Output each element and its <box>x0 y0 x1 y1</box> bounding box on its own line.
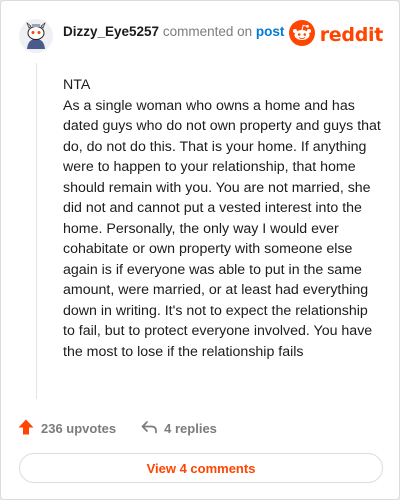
comment-card: Dizzy_Eye5257 commented on post reddit N… <box>0 0 400 500</box>
comment-actions: 236 upvotes 4 replies <box>17 417 241 439</box>
reply-button[interactable]: 4 replies <box>140 418 217 439</box>
reddit-alien-icon <box>288 19 315 51</box>
commented-on-text: commented on <box>162 24 253 39</box>
username[interactable]: Dizzy_Eye5257 <box>63 24 159 39</box>
comment-text: As a single woman who owns a home and ha… <box>63 97 381 360</box>
reply-arrow-icon <box>140 418 164 439</box>
reddit-brand[interactable]: reddit <box>288 19 384 51</box>
reddit-wordmark: reddit <box>319 24 384 46</box>
comment-header: Dizzy_Eye5257 commented on post reddit <box>15 15 385 55</box>
upvote-arrow-icon <box>17 418 41 439</box>
reply-count: 4 replies <box>164 420 217 436</box>
comment-body: NTA As a single woman who owns a home an… <box>63 75 383 362</box>
upvote-button[interactable]: 236 upvotes <box>17 418 116 439</box>
view-comments-button[interactable]: View 4 comments <box>19 453 383 483</box>
snoo-avatar-icon[interactable] <box>19 19 53 53</box>
comment-verdict: NTA <box>63 77 91 93</box>
thread-line[interactable] <box>36 63 37 399</box>
post-link[interactable]: post <box>256 24 285 39</box>
upvote-count: 236 upvotes <box>41 420 117 436</box>
comment-meta: Dizzy_Eye5257 commented on post <box>63 24 284 39</box>
